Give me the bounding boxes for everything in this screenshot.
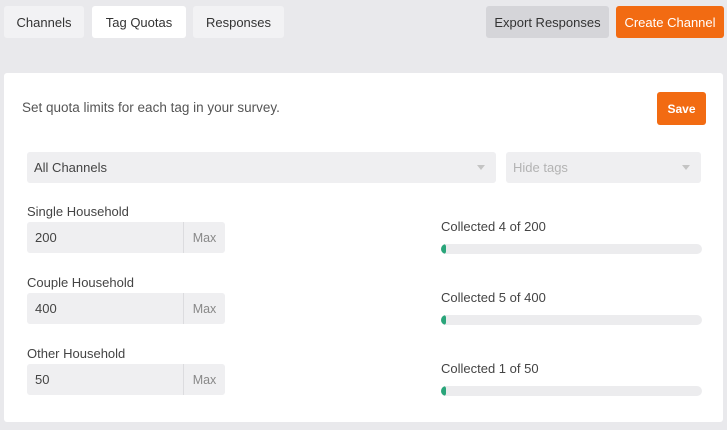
tab-responses[interactable]: Responses [193,6,284,38]
progress-bar-fill [441,386,447,396]
chevron-down-icon [477,165,485,170]
create-channel-button[interactable]: Create Channel [616,6,724,38]
quota-max-input[interactable] [27,222,183,253]
quota-max-input[interactable] [27,364,183,395]
progress-bar [441,244,702,254]
tab-channels[interactable]: Channels [4,6,84,38]
max-addon: Max [183,364,225,395]
max-addon: Max [183,222,225,253]
hide-tags-select[interactable]: Hide tags [506,152,701,183]
collected-text: Collected 4 of 200 [441,219,546,234]
quota-row-couple-household: Couple Household Max Collected 5 of 400 [4,275,723,335]
progress-bar-fill [441,244,447,254]
quota-label: Single Household [27,204,129,219]
progress-bar [441,386,702,396]
quota-row-other-household: Other Household Max Collected 1 of 50 [4,346,723,406]
hide-tags-placeholder: Hide tags [513,160,568,175]
progress-bar [441,315,702,325]
collected-text: Collected 5 of 400 [441,290,546,305]
export-responses-button[interactable]: Export Responses [486,6,609,38]
quota-label: Other Household [27,346,126,361]
quota-label: Couple Household [27,275,134,290]
tab-tag-quotas[interactable]: Tag Quotas [92,6,186,38]
channel-select[interactable]: All Channels [27,152,496,183]
tag-quotas-panel: Set quota limits for each tag in your su… [4,73,723,422]
quota-row-single-household: Single Household Max Collected 4 of 200 [4,204,723,264]
quota-max-input[interactable] [27,293,183,324]
save-button[interactable]: Save [657,92,706,125]
progress-bar-fill [441,315,446,325]
collected-text: Collected 1 of 50 [441,361,539,376]
panel-description: Set quota limits for each tag in your su… [22,100,280,115]
chevron-down-icon [682,165,690,170]
top-bar: Channels Tag Quotas Responses Export Res… [0,0,727,46]
channel-select-value: All Channels [34,160,107,175]
max-addon: Max [183,293,225,324]
